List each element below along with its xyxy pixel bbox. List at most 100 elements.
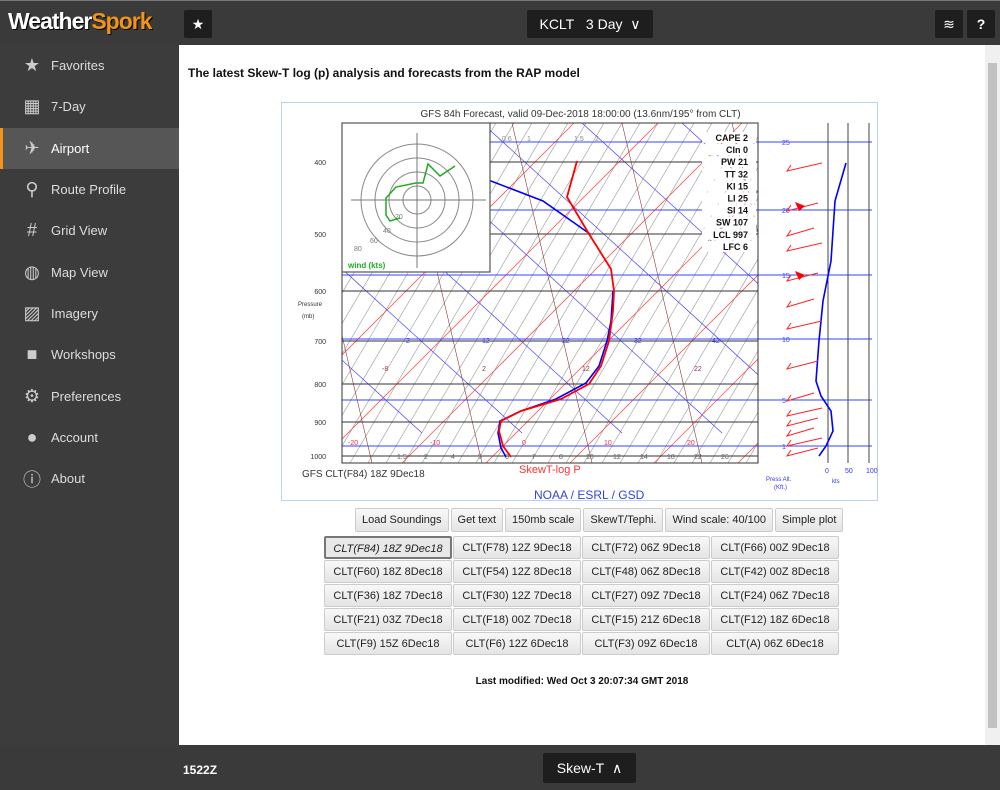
adiabat-label: 2 (482, 366, 486, 373)
sounding-button[interactable]: CLT(F42) 00Z 8Dec18 (711, 560, 839, 583)
control-get-text[interactable]: Get text (450, 508, 504, 532)
pressure-axis-label: Pressure (298, 302, 323, 308)
sounding-button[interactable]: CLT(F15) 21Z 6Dec18 (582, 608, 710, 631)
theta-e-label: 12 (482, 338, 490, 345)
layers-button[interactable]: ≋ (935, 10, 963, 38)
wind-speed-profile (815, 162, 847, 457)
sounding-button[interactable]: CLT(F6) 12Z 6Dec18 (453, 632, 581, 655)
sidebar-item-label: Map View (51, 264, 108, 280)
pressure-tick: 1000 (310, 454, 326, 461)
control-skewt-tephi[interactable]: SkewT/Tephi. (583, 508, 664, 532)
sidebar-item-airport[interactable]: ✈ Airport (0, 127, 179, 169)
wind-barb (785, 407, 823, 417)
help-icon: ? (976, 16, 986, 32)
sidebar-item-label: Route Profile (51, 182, 127, 198)
sounding-button[interactable]: CLT(F36) 18Z 7Dec18 (324, 584, 452, 607)
pressure-tick: 400 (314, 160, 326, 167)
sounding-index: SW 107 (716, 218, 748, 228)
altitude-tick: 1 (782, 444, 786, 451)
sounding-button[interactable]: CLT(F24) 06Z 7Dec18 (711, 584, 839, 607)
sidebar-item-grid-view[interactable]: # Grid View (0, 210, 179, 251)
help-button[interactable]: ? (967, 10, 995, 38)
last-modified: Last modified: Wed Oct 3 20:07:34 GMT 20… (475, 676, 689, 687)
station-selector[interactable]: KCLT 3 Day ∨ (527, 10, 653, 38)
scrollbar[interactable] (985, 45, 1000, 745)
sidebar-item-label: Airport (51, 140, 90, 156)
main-content: The latest Skew-T log (p) analysis and f… (179, 45, 985, 745)
mixing-ratio-tick: 1.5 (574, 136, 584, 143)
utc-time: 1522Z (183, 763, 218, 777)
bottom-bar: 1522Z Skew-T ∧ (0, 745, 1000, 790)
mixing-ratio-bottom-tick: 10 (586, 454, 594, 461)
mixing-ratio-bottom-tick: 5 (478, 454, 482, 461)
sounding-button[interactable]: CLT(F3) 09Z 6Dec18 (582, 632, 710, 655)
scrollbar-thumb[interactable] (988, 63, 997, 728)
sounding-button[interactable]: CLT(F21) 03Z 7Dec18 (324, 608, 452, 631)
sounding-index: LCL 997 (713, 230, 748, 240)
station-id: KCLT (539, 16, 575, 32)
sounding-button[interactable]: CLT(F18) 00Z 7Dec18 (453, 608, 581, 631)
wind-barb (785, 437, 823, 447)
control-150mb-scale[interactable]: 150mb scale (505, 508, 582, 532)
station-caption: GFS CLT(F84) 18Z 9Dec18 (302, 469, 425, 480)
pressure-tick: 800 (314, 382, 326, 389)
sounding-button[interactable]: CLT(F78) 12Z 9Dec18 (453, 536, 581, 559)
sounding-list: CLT(F84) 18Z 9Dec18 CLT(F78) 12Z 9Dec18 CL… (324, 536, 839, 655)
view-label: Skew-T (556, 760, 605, 776)
adiabat-label: 12 (582, 366, 590, 373)
weatherspork-logo[interactable]: WeatherSpork (8, 8, 153, 35)
sounding-button[interactable]: CLT(F48) 06Z 8Dec18 (582, 560, 710, 583)
control-load-soundings[interactable]: Load Soundings (355, 508, 449, 532)
sounding-button[interactable]: CLT(F9) 15Z 6Dec18 (324, 632, 452, 655)
sounding-button[interactable]: CLT(F30) 12Z 7Dec18 (453, 584, 581, 607)
speed-tick: 100 (866, 468, 878, 475)
isotherm (653, 358, 758, 463)
altitude-tick: 5 (782, 398, 786, 405)
mixing-ratio-tick: 1 (527, 136, 531, 143)
mixing-ratio-bottom-tick: 2 (424, 454, 428, 461)
view-selector[interactable]: Skew-T ∧ (543, 753, 636, 783)
mixing-ratio-bottom-tick: 14 (640, 454, 648, 461)
control-simple-plot[interactable]: Simple plot (775, 508, 844, 532)
sounding-button[interactable]: CLT(F84) 18Z 9Dec18 (324, 536, 452, 559)
sidebar-item-favorites[interactable]: ★ Favorites (0, 45, 179, 86)
control-wind-scale-40-100[interactable]: Wind scale: 40/100 (665, 508, 774, 532)
sounding-button[interactable]: CLT(F27) 09Z 7Dec18 (582, 584, 710, 607)
isotherm-label: -10 (430, 440, 440, 447)
sidebar: ★ Favorites ▦ 7-Day ✈ Airport ⚲ Route Profile # G… (0, 45, 179, 745)
layers-icon: ≋ (943, 16, 955, 32)
sidebar-item-label: 7-Day (51, 99, 86, 115)
sounding-button[interactable]: CLT(A) 06Z 6Dec18 (711, 632, 839, 655)
plane-icon: ✈ (24, 137, 40, 158)
sidebar-item-7-day[interactable]: ▦ 7-Day (0, 86, 179, 127)
sidebar-item-route-profile[interactable]: ⚲ Route Profile (0, 169, 179, 210)
chevron-down-icon: ∨ (630, 16, 641, 32)
sounding-button[interactable]: CLT(F66) 00Z 9Dec18 (711, 536, 839, 559)
sounding-button[interactable]: CLT(F54) 12Z 8Dec18 (453, 560, 581, 583)
altitude-tick: 10 (782, 337, 790, 344)
speed-unit: kts (832, 479, 840, 485)
sounding-button[interactable]: CLT(F12) 18Z 6Dec18 (711, 608, 839, 631)
pressure-tick: 500 (314, 232, 326, 239)
speed-tick: 50 (845, 468, 853, 475)
theta-e-label: 2 (406, 338, 410, 345)
sounding-button[interactable]: CLT(F60) 18Z 8Dec18 (324, 560, 452, 583)
plot-title: GFS 84h Forecast, valid 09-Dec-2018 18:0… (420, 109, 740, 120)
sidebar-item-account[interactable]: ● Account (0, 417, 179, 458)
mixing-ratio-line (529, 123, 731, 463)
sidebar-item-about[interactable]: ⓘ About (0, 458, 179, 499)
sidebar-item-workshops[interactable]: ■ Workshops (0, 334, 179, 375)
sounding-button[interactable]: CLT(F72) 06Z 9Dec18 (582, 536, 710, 559)
wind-barb (785, 447, 819, 457)
theta-e-label: 32 (634, 338, 642, 345)
sidebar-item-preferences[interactable]: ⚙ Preferences (0, 375, 179, 416)
altitude-axis-unit: (Kft.) (774, 485, 787, 491)
adiabat-label: -8 (382, 366, 388, 373)
skewt-diagram: 400500600700800900100025201510510.40.611… (298, 109, 878, 502)
theta-e-label: 22 (562, 338, 570, 345)
isotherm-label: 10 (604, 440, 612, 447)
sidebar-item-map-view[interactable]: ◍ Map View (0, 251, 179, 292)
favorite-button[interactable]: ★ (184, 10, 212, 38)
mixing-ratio-bottom-tick: 26 (721, 454, 729, 461)
sidebar-item-imagery[interactable]: ▨ Imagery (0, 293, 179, 334)
